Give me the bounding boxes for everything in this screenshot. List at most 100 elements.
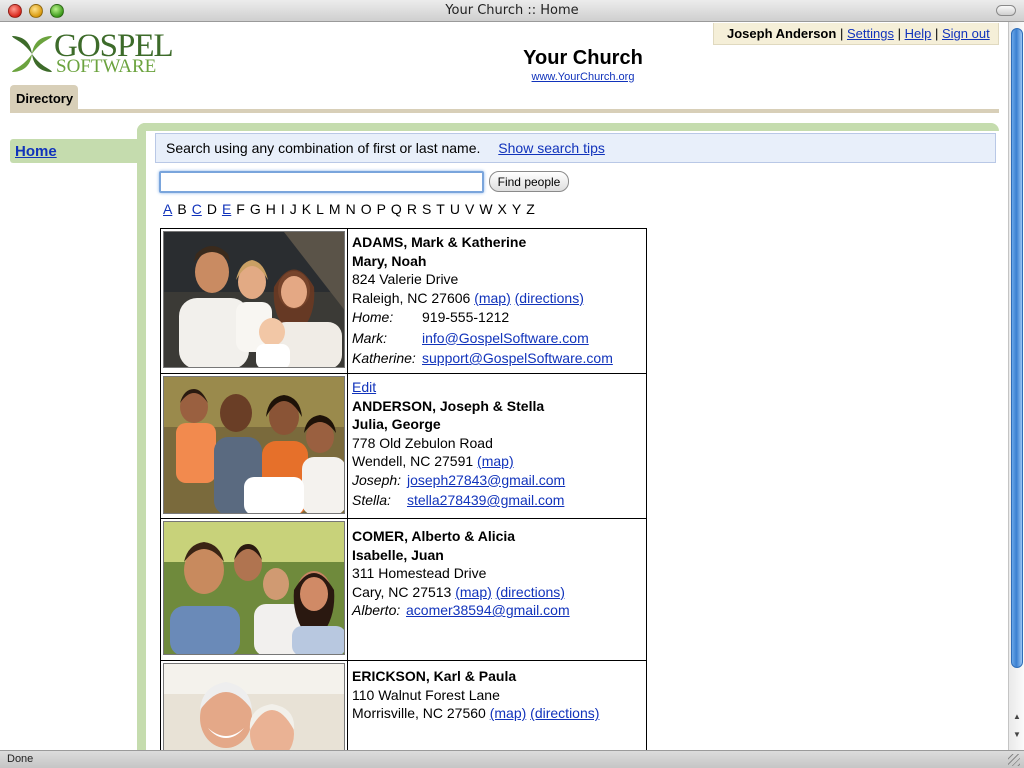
tab-underline	[10, 109, 999, 113]
alphabet-letter-k: K	[301, 201, 312, 217]
help-link[interactable]: Help	[905, 26, 932, 41]
contact-label: Alberto:	[352, 602, 401, 618]
column-divider	[347, 374, 348, 518]
alphabet-letter-m: M	[328, 201, 341, 217]
family-photo	[163, 663, 345, 757]
gospel-software-logo[interactable]: GOSPEL SOFTWARE	[12, 30, 174, 78]
contact-label: Katherine:	[352, 350, 416, 366]
status-text: Done	[7, 753, 34, 765]
alphabet-letter-v: V	[464, 201, 475, 217]
content-frame-top	[137, 123, 999, 131]
family-photo	[163, 376, 345, 514]
sign-out-link[interactable]: Sign out	[942, 26, 990, 41]
search-input[interactable]	[159, 171, 484, 193]
city-state-zip: Raleigh, NC 27606	[352, 289, 471, 306]
alphabet-letter-i: I	[280, 201, 285, 217]
family-info: COMER, Alberto & Alicia Isabelle, Juan 3…	[352, 527, 642, 620]
alphabet-letter-j: J	[289, 201, 297, 217]
separator: |	[839, 26, 844, 41]
map-link[interactable]: (map)	[455, 584, 492, 600]
city-state-zip: Wendell, NC 27591	[352, 453, 474, 469]
toolbar-toggle-button[interactable]	[996, 5, 1016, 16]
alphabet-letter-t: T	[436, 201, 445, 217]
alphabet-letter-o: O	[360, 201, 372, 217]
window-titlebar: Your Church :: Home	[0, 0, 1024, 22]
church-url-link[interactable]: www.YourChurch.org	[532, 71, 635, 83]
alphabet-letter-f: F	[236, 201, 245, 217]
alphabet-letter-e[interactable]: E	[222, 201, 231, 217]
separator: |	[897, 26, 901, 41]
alphabet-letter-d: D	[206, 201, 217, 217]
table-row: COMER, Alberto & Alicia Isabelle, Juan 3…	[161, 519, 646, 661]
directions-link[interactable]: (directions)	[496, 584, 565, 600]
children-names: Isabelle, Juan	[352, 546, 444, 563]
alphabet-letter-b: B	[177, 201, 187, 217]
settings-link[interactable]: Settings	[847, 26, 894, 41]
directions-link[interactable]: (directions)	[530, 705, 599, 721]
street-address: 311 Homestead Drive	[352, 565, 487, 581]
map-link[interactable]: (map)	[474, 290, 511, 306]
vertical-scrollbar[interactable]: ▲ ▼	[1008, 22, 1024, 750]
city-state-zip: Morrisville, NC 27560	[352, 705, 486, 721]
scroll-down-icon[interactable]: ▼	[1012, 730, 1022, 740]
map-link[interactable]: (map)	[477, 453, 514, 469]
alphabet-letter-s: S	[421, 201, 432, 217]
alphabet-letter-w: W	[479, 201, 493, 217]
scroll-up-icon[interactable]: ▲	[1012, 712, 1022, 722]
email-link[interactable]: acomer38594@gmail.com	[406, 602, 570, 618]
alphabet-letter-y: Y	[511, 201, 522, 217]
alphabet-letter-c[interactable]: C	[192, 201, 202, 217]
contact-label: Stella:	[352, 492, 391, 508]
alphabet-letter-l: L	[316, 201, 324, 217]
logo-text-software: SOFTWARE	[56, 56, 157, 77]
alphabet-letter-a[interactable]: A	[163, 201, 172, 217]
children-names: Julia, George	[352, 416, 441, 432]
alphabet-letter-z: Z	[526, 201, 535, 217]
contact-label: Joseph:	[352, 471, 402, 488]
contact-label: Mark:	[352, 329, 387, 346]
email-link[interactable]: support@GospelSoftware.com	[422, 350, 613, 366]
window-title: Your Church :: Home	[445, 3, 579, 18]
directions-link[interactable]: (directions)	[515, 290, 584, 306]
map-link[interactable]: (map)	[490, 705, 527, 721]
family-photo	[163, 231, 345, 368]
children-names: Mary, Noah	[352, 252, 427, 269]
family-photo	[163, 521, 345, 655]
alphabet-letter-g: G	[249, 201, 261, 217]
table-row: ADAMS, Mark & Katherine Mary, Noah 824 V…	[161, 229, 646, 374]
email-link[interactable]: stella278439@gmail.com	[407, 492, 564, 508]
home-phone: 919-555-1212	[422, 309, 510, 325]
column-divider	[347, 661, 348, 757]
home-link[interactable]: Home	[15, 143, 57, 160]
tab-directory[interactable]: Directory	[10, 85, 78, 110]
show-search-tips-link[interactable]: Show search tips	[498, 140, 605, 156]
street-address: 778 Old Zebulon Road	[352, 434, 493, 451]
search-tip-text: Search using any combination of first or…	[166, 140, 481, 156]
family-info: ERICKSON, Karl & Paula 110 Walnut Forest…	[352, 667, 642, 723]
church-name: Your Church	[523, 47, 643, 69]
city-state-zip: Cary, NC 27513	[352, 583, 452, 600]
column-divider	[347, 229, 348, 373]
family-photo-image	[164, 664, 344, 757]
content-frame-left	[137, 123, 146, 750]
email-link[interactable]: info@GospelSoftware.com	[422, 330, 589, 346]
family-name: ERICKSON, Karl & Paula	[352, 668, 517, 684]
separator: |	[934, 26, 939, 41]
edit-link[interactable]: Edit	[352, 379, 376, 395]
sidebar-item-home[interactable]: Home	[10, 139, 140, 163]
family-info: Edit ANDERSON, Joseph & Stella Julia, Ge…	[352, 378, 642, 510]
street-address: 110 Walnut Forest Lane	[352, 686, 500, 703]
alphabet-index: ABCDEFGHIJKLMNOPQRSTUVWXYZ	[163, 201, 540, 217]
column-divider	[347, 519, 348, 660]
user-name: Joseph Anderson	[727, 26, 837, 41]
directory-table: ADAMS, Mark & Katherine Mary, Noah 824 V…	[160, 228, 647, 758]
alphabet-letter-u: U	[449, 201, 460, 217]
resize-grip-icon[interactable]	[1008, 754, 1020, 766]
alphabet-letter-r: R	[406, 201, 417, 217]
scrollbar-thumb[interactable]	[1011, 28, 1023, 668]
find-people-button[interactable]: Find people	[489, 171, 569, 192]
email-link[interactable]: joseph27843@gmail.com	[407, 472, 565, 488]
search-tip-bar: Search using any combination of first or…	[155, 133, 996, 163]
contact-label: Home:	[352, 309, 394, 325]
family-name: ADAMS, Mark & Katherine	[352, 234, 527, 250]
